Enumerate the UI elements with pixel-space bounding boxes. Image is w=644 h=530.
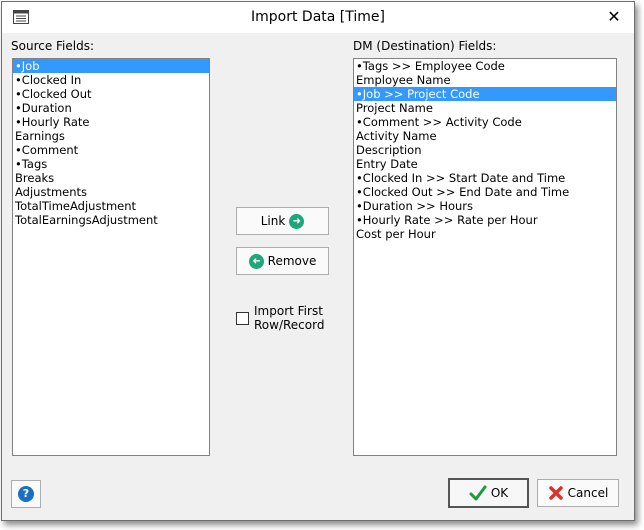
remove-button[interactable]: ➜ Remove [236,247,329,275]
destination-list-item[interactable]: Activity Name [354,129,616,143]
destination-fields-label: DM (Destination) Fields: [353,39,497,53]
destination-list-item[interactable]: •Clocked Out >> End Date and Time [354,185,616,199]
link-label: Link [260,214,286,228]
destination-list-item[interactable]: Description [354,143,616,157]
window-title: Import Data [Time] [251,9,385,25]
arrow-right-icon: ➜ [289,213,305,229]
destination-list-item[interactable]: Entry Date [354,157,616,171]
destination-list-item[interactable]: •Job >> Project Code [354,87,616,101]
destination-list-item[interactable]: •Clocked In >> Start Date and Time [354,171,616,185]
ok-button[interactable]: OK [448,478,529,508]
red-x-icon [548,486,563,500]
checkmark-icon [469,485,487,501]
destination-list-item[interactable]: •Tags >> Employee Code [354,59,616,73]
cancel-label: Cancel [567,486,609,500]
link-button[interactable]: Link ➜ [236,207,329,235]
source-items: •Job •Clocked In •Clocked Out •Duration •Hou… [13,59,209,227]
close-button[interactable]: ✕ [604,7,624,27]
source-fields-list[interactable]: •Job •Clocked In •Clocked Out •Duration •Hou… [12,58,210,456]
destination-items: •Tags >> Employee Code Employee Name •Job … [354,59,616,241]
import-first-row-label: Import First Row/Record [254,304,325,332]
source-list-item[interactable]: •Comment [13,143,209,157]
source-list-item[interactable]: Breaks [13,171,209,185]
source-list-item[interactable]: •Job [13,59,209,73]
import-first-row-checkbox[interactable] [236,312,249,325]
destination-list-item[interactable]: Cost per Hour [354,227,616,241]
source-list-item[interactable]: Earnings [13,129,209,143]
import-data-dialog: Import Data [Time] ✕ Source Fields: •Job… [1,1,635,521]
source-list-item[interactable]: •Clocked Out [13,87,209,101]
ok-label: OK [490,486,509,500]
source-list-item[interactable]: Adjustments [13,185,209,199]
destination-fields-list[interactable]: •Tags >> Employee Code Employee Name •Job … [353,58,617,456]
destination-list-item[interactable]: Employee Name [354,73,616,87]
source-list-item[interactable]: •Clocked In [13,73,209,87]
source-fields-label: Source Fields: [11,39,95,53]
source-list-item[interactable]: •Hourly Rate [13,115,209,129]
source-list-item[interactable]: •Duration [13,101,209,115]
destination-list-item[interactable]: •Duration >> Hours [354,199,616,213]
destination-list-item[interactable]: •Comment >> Activity Code [354,115,616,129]
source-list-item[interactable]: TotalTimeAdjustment [13,199,209,213]
cancel-button[interactable]: Cancel [537,479,619,507]
source-list-item[interactable]: •Tags [13,157,209,171]
title-bar: Import Data [Time] ✕ [2,2,634,33]
help-icon: ? [18,486,34,502]
destination-list-item[interactable]: Project Name [354,101,616,115]
source-list-item[interactable]: TotalEarningsAdjustment [13,213,209,227]
destination-list-item[interactable]: •Hourly Rate >> Rate per Hour [354,213,616,227]
remove-label: Remove [267,254,317,268]
arrow-left-icon: ➜ [248,253,264,269]
help-button[interactable]: ? [11,480,41,508]
close-icon: ✕ [607,7,621,26]
